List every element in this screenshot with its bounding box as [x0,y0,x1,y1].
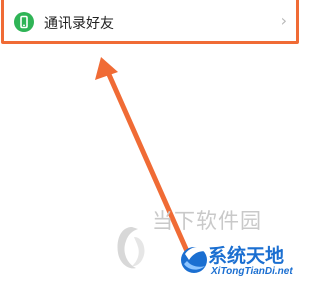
brand-logo [181,247,208,273]
brand-name: 系统天地 [208,245,285,267]
site-logo [117,227,145,269]
brand-url: XiTongTianDi.net [211,266,293,277]
site-watermark-text: 当下软件园 [152,209,262,233]
brand-watermark: 系统天地 XiTongTianDi.net [178,240,300,281]
